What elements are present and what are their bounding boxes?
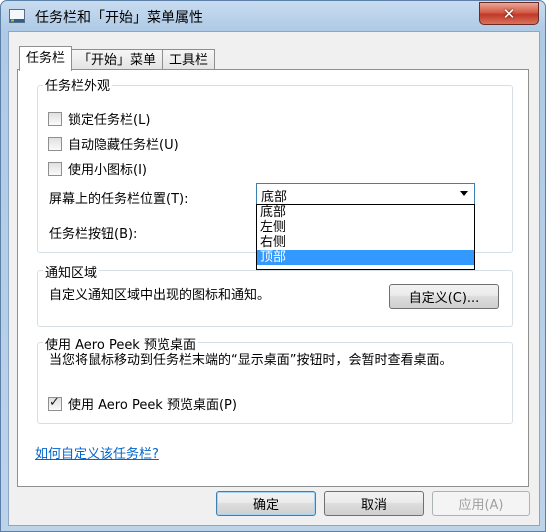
group-title-notification: 通知区域 bbox=[43, 262, 100, 281]
chevron-down-icon[interactable] bbox=[460, 191, 468, 196]
cancel-button[interactable]: 取消 bbox=[324, 491, 424, 516]
window-title: 任务栏和「开始」菜单属性 bbox=[35, 10, 203, 26]
close-icon: ✕ bbox=[502, 4, 516, 23]
tab-start-menu[interactable]: 「开始」菜单 bbox=[71, 49, 164, 71]
lock-taskbar-label: 锁定任务栏(L) bbox=[68, 113, 151, 128]
aero-peek-description: 当您将鼠标移动到任务栏末端的“显示桌面”按钮时，会暂时查看桌面。 bbox=[49, 353, 453, 368]
option-top[interactable]: 顶部 bbox=[257, 250, 474, 265]
customize-notifications-button[interactable]: 自定义(C)... bbox=[389, 284, 499, 309]
ok-button[interactable]: 确定 bbox=[216, 491, 316, 516]
tab-panel-taskbar: 任务栏外观 锁定任务栏(L) 自动隐藏任务栏(U) 使用小图标(I) 屏幕上的任… bbox=[17, 69, 529, 487]
group-title-appearance: 任务栏外观 bbox=[43, 75, 113, 94]
option-bottom[interactable]: 底部 bbox=[257, 205, 474, 220]
checkbox-box[interactable] bbox=[48, 111, 62, 126]
help-link[interactable]: 如何自定义该任务栏? bbox=[35, 443, 159, 462]
small-icons-label: 使用小图标(I) bbox=[68, 163, 147, 178]
apply-button[interactable]: 应用(A) bbox=[432, 491, 530, 516]
autohide-taskbar-label: 自动隐藏任务栏(U) bbox=[68, 138, 179, 153]
taskbar-buttons-label: 任务栏按钮(B): bbox=[49, 227, 138, 242]
aero-peek-checkbox-label: 使用 Aero Peek 预览桌面(P) bbox=[68, 398, 237, 413]
taskbar-location-value: 底部 bbox=[261, 190, 288, 205]
taskbar-location-select[interactable]: 底部 bbox=[256, 183, 475, 205]
taskbar-location-dropdown: 底部 左侧 右侧 顶部 bbox=[256, 204, 475, 270]
title-bar[interactable]: 任务栏和「开始」菜单属性 ✕ bbox=[1, 1, 545, 31]
aero-peek-checkbox[interactable]: 使用 Aero Peek 预览桌面(P) bbox=[48, 394, 237, 413]
checkbox-box-checked[interactable] bbox=[48, 395, 62, 411]
small-icons-checkbox[interactable]: 使用小图标(I) bbox=[48, 159, 147, 178]
group-title-aero-peek: 使用 Aero Peek 预览桌面 bbox=[43, 334, 198, 353]
option-right[interactable]: 右侧 bbox=[257, 235, 474, 250]
option-left[interactable]: 左侧 bbox=[257, 220, 474, 235]
autohide-taskbar-checkbox[interactable]: 自动隐藏任务栏(U) bbox=[48, 134, 179, 153]
taskbar-app-icon bbox=[9, 9, 25, 23]
notification-description: 自定义通知区域中出现的图标和通知。 bbox=[49, 288, 271, 303]
close-button[interactable]: ✕ bbox=[479, 2, 539, 25]
tab-strip: 任务栏 「开始」菜单 工具栏 bbox=[19, 46, 216, 71]
taskbar-location-label: 屏幕上的任务栏位置(T): bbox=[49, 192, 189, 207]
lock-taskbar-checkbox[interactable]: 锁定任务栏(L) bbox=[48, 109, 150, 128]
checkbox-box[interactable] bbox=[48, 136, 62, 151]
checkbox-box[interactable] bbox=[48, 161, 62, 176]
tab-taskbar[interactable]: 任务栏 bbox=[19, 46, 73, 71]
dialog-window: 任务栏和「开始」菜单属性 ✕ 任务栏 「开始」菜单 工具栏 任务栏外观 锁定任务… bbox=[0, 0, 546, 532]
tab-toolbars[interactable]: 工具栏 bbox=[162, 49, 216, 71]
